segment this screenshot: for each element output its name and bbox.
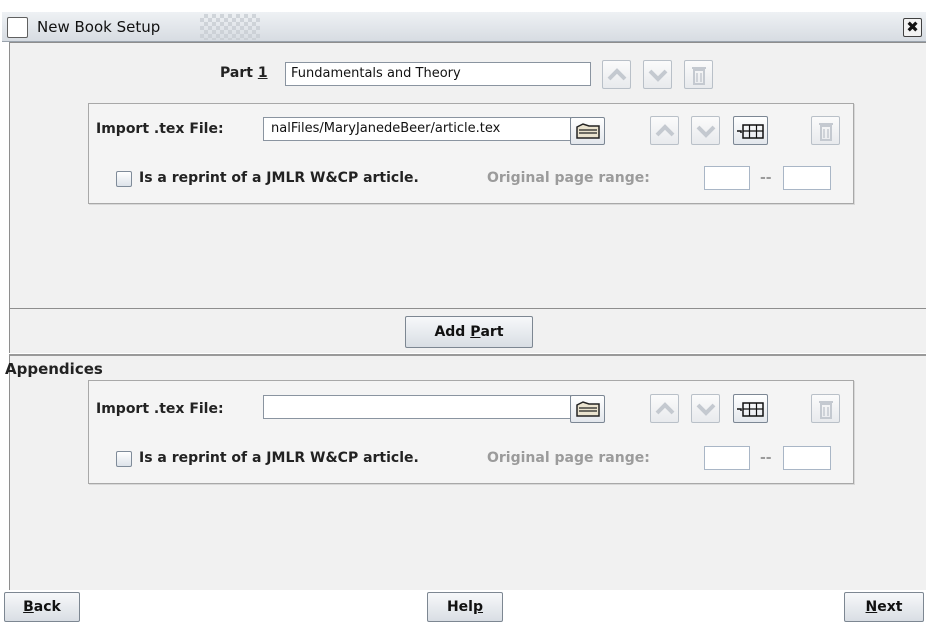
appendix-delete-button[interactable]	[811, 394, 840, 423]
move-up-icon	[655, 401, 674, 414]
add-part-suffix: art	[480, 324, 504, 340]
appendix-move-down-button[interactable]	[691, 394, 720, 423]
part-label-prefix: Part	[220, 65, 258, 81]
help-prefix: Hel	[446, 599, 473, 615]
appendix-move-up-button[interactable]	[650, 394, 679, 423]
back-rest: ack	[33, 599, 61, 615]
delete-icon	[818, 122, 833, 141]
back-mnemonic: B	[23, 599, 34, 615]
part-range-start-input[interactable]	[704, 166, 750, 190]
part-import-label: Import .tex File:	[96, 121, 224, 137]
next-mnemonic: N	[865, 599, 878, 615]
appendix-range-separator: --	[760, 450, 772, 466]
part-reprint-label: Is a reprint of a JMLR W&CP article.	[139, 170, 419, 186]
window-menu-checkbox[interactable]	[7, 17, 28, 38]
folder-icon	[575, 123, 600, 139]
part-label: Part 1	[220, 65, 268, 81]
part-range-separator: --	[760, 170, 772, 186]
appendix-range-end-input[interactable]	[783, 446, 831, 470]
close-icon[interactable]: ✖	[903, 18, 922, 37]
appendices-heading: Appendices	[5, 360, 103, 378]
move-down-icon	[696, 125, 715, 138]
appendix-reprint-label: Is a reprint of a JMLR W&CP article.	[139, 450, 419, 466]
table-icon	[736, 401, 764, 417]
help-button[interactable]: Hel p	[427, 592, 503, 622]
appendix-browse-file-button[interactable]	[570, 395, 605, 423]
add-part-prefix: Add	[434, 324, 471, 340]
move-up-icon	[607, 67, 626, 80]
move-up-icon	[655, 123, 674, 136]
back-button[interactable]: Back	[4, 592, 80, 622]
move-part-up-button[interactable]	[602, 60, 631, 89]
article-table-button[interactable]	[733, 116, 768, 145]
help-mnemonic: p	[472, 599, 484, 615]
move-part-down-button[interactable]	[643, 60, 672, 89]
appendix-page-range-label: Original page range:	[487, 450, 650, 466]
part-number: 1	[257, 65, 268, 81]
window-left-edge	[0, 42, 9, 590]
delete-icon	[691, 66, 706, 85]
table-icon	[736, 123, 764, 139]
part-title-input[interactable]: Fundamentals and Theory	[285, 62, 591, 86]
part-reprint-checkbox[interactable]	[116, 171, 132, 187]
add-part-mnemonic: P	[470, 324, 481, 340]
move-article-down-button[interactable]	[691, 116, 720, 145]
title-bar-texture	[200, 14, 260, 40]
appendix-import-label: Import .tex File:	[96, 401, 224, 417]
folder-icon	[575, 401, 600, 417]
delete-part-button[interactable]	[684, 60, 713, 89]
delete-icon	[818, 400, 833, 419]
move-down-icon	[648, 69, 667, 82]
part-range-end-input[interactable]	[783, 166, 831, 190]
part-file-input[interactable]: nalFiles/MaryJanedeBeer/article.tex	[263, 117, 571, 141]
next-button[interactable]: Next	[844, 592, 924, 622]
browse-file-button[interactable]	[570, 117, 605, 145]
appendix-table-button[interactable]	[733, 394, 768, 423]
next-rest: ext	[877, 599, 903, 615]
appendix-range-start-input[interactable]	[704, 446, 750, 470]
appendix-reprint-checkbox[interactable]	[116, 451, 132, 467]
appendix-file-input[interactable]	[263, 395, 571, 419]
add-part-button[interactable]: Add Part	[405, 316, 533, 348]
move-down-icon	[696, 403, 715, 416]
move-article-up-button[interactable]	[650, 116, 679, 145]
delete-article-button[interactable]	[811, 116, 840, 145]
part-page-range-label: Original page range:	[487, 170, 650, 186]
window-title: New Book Setup	[37, 18, 161, 36]
